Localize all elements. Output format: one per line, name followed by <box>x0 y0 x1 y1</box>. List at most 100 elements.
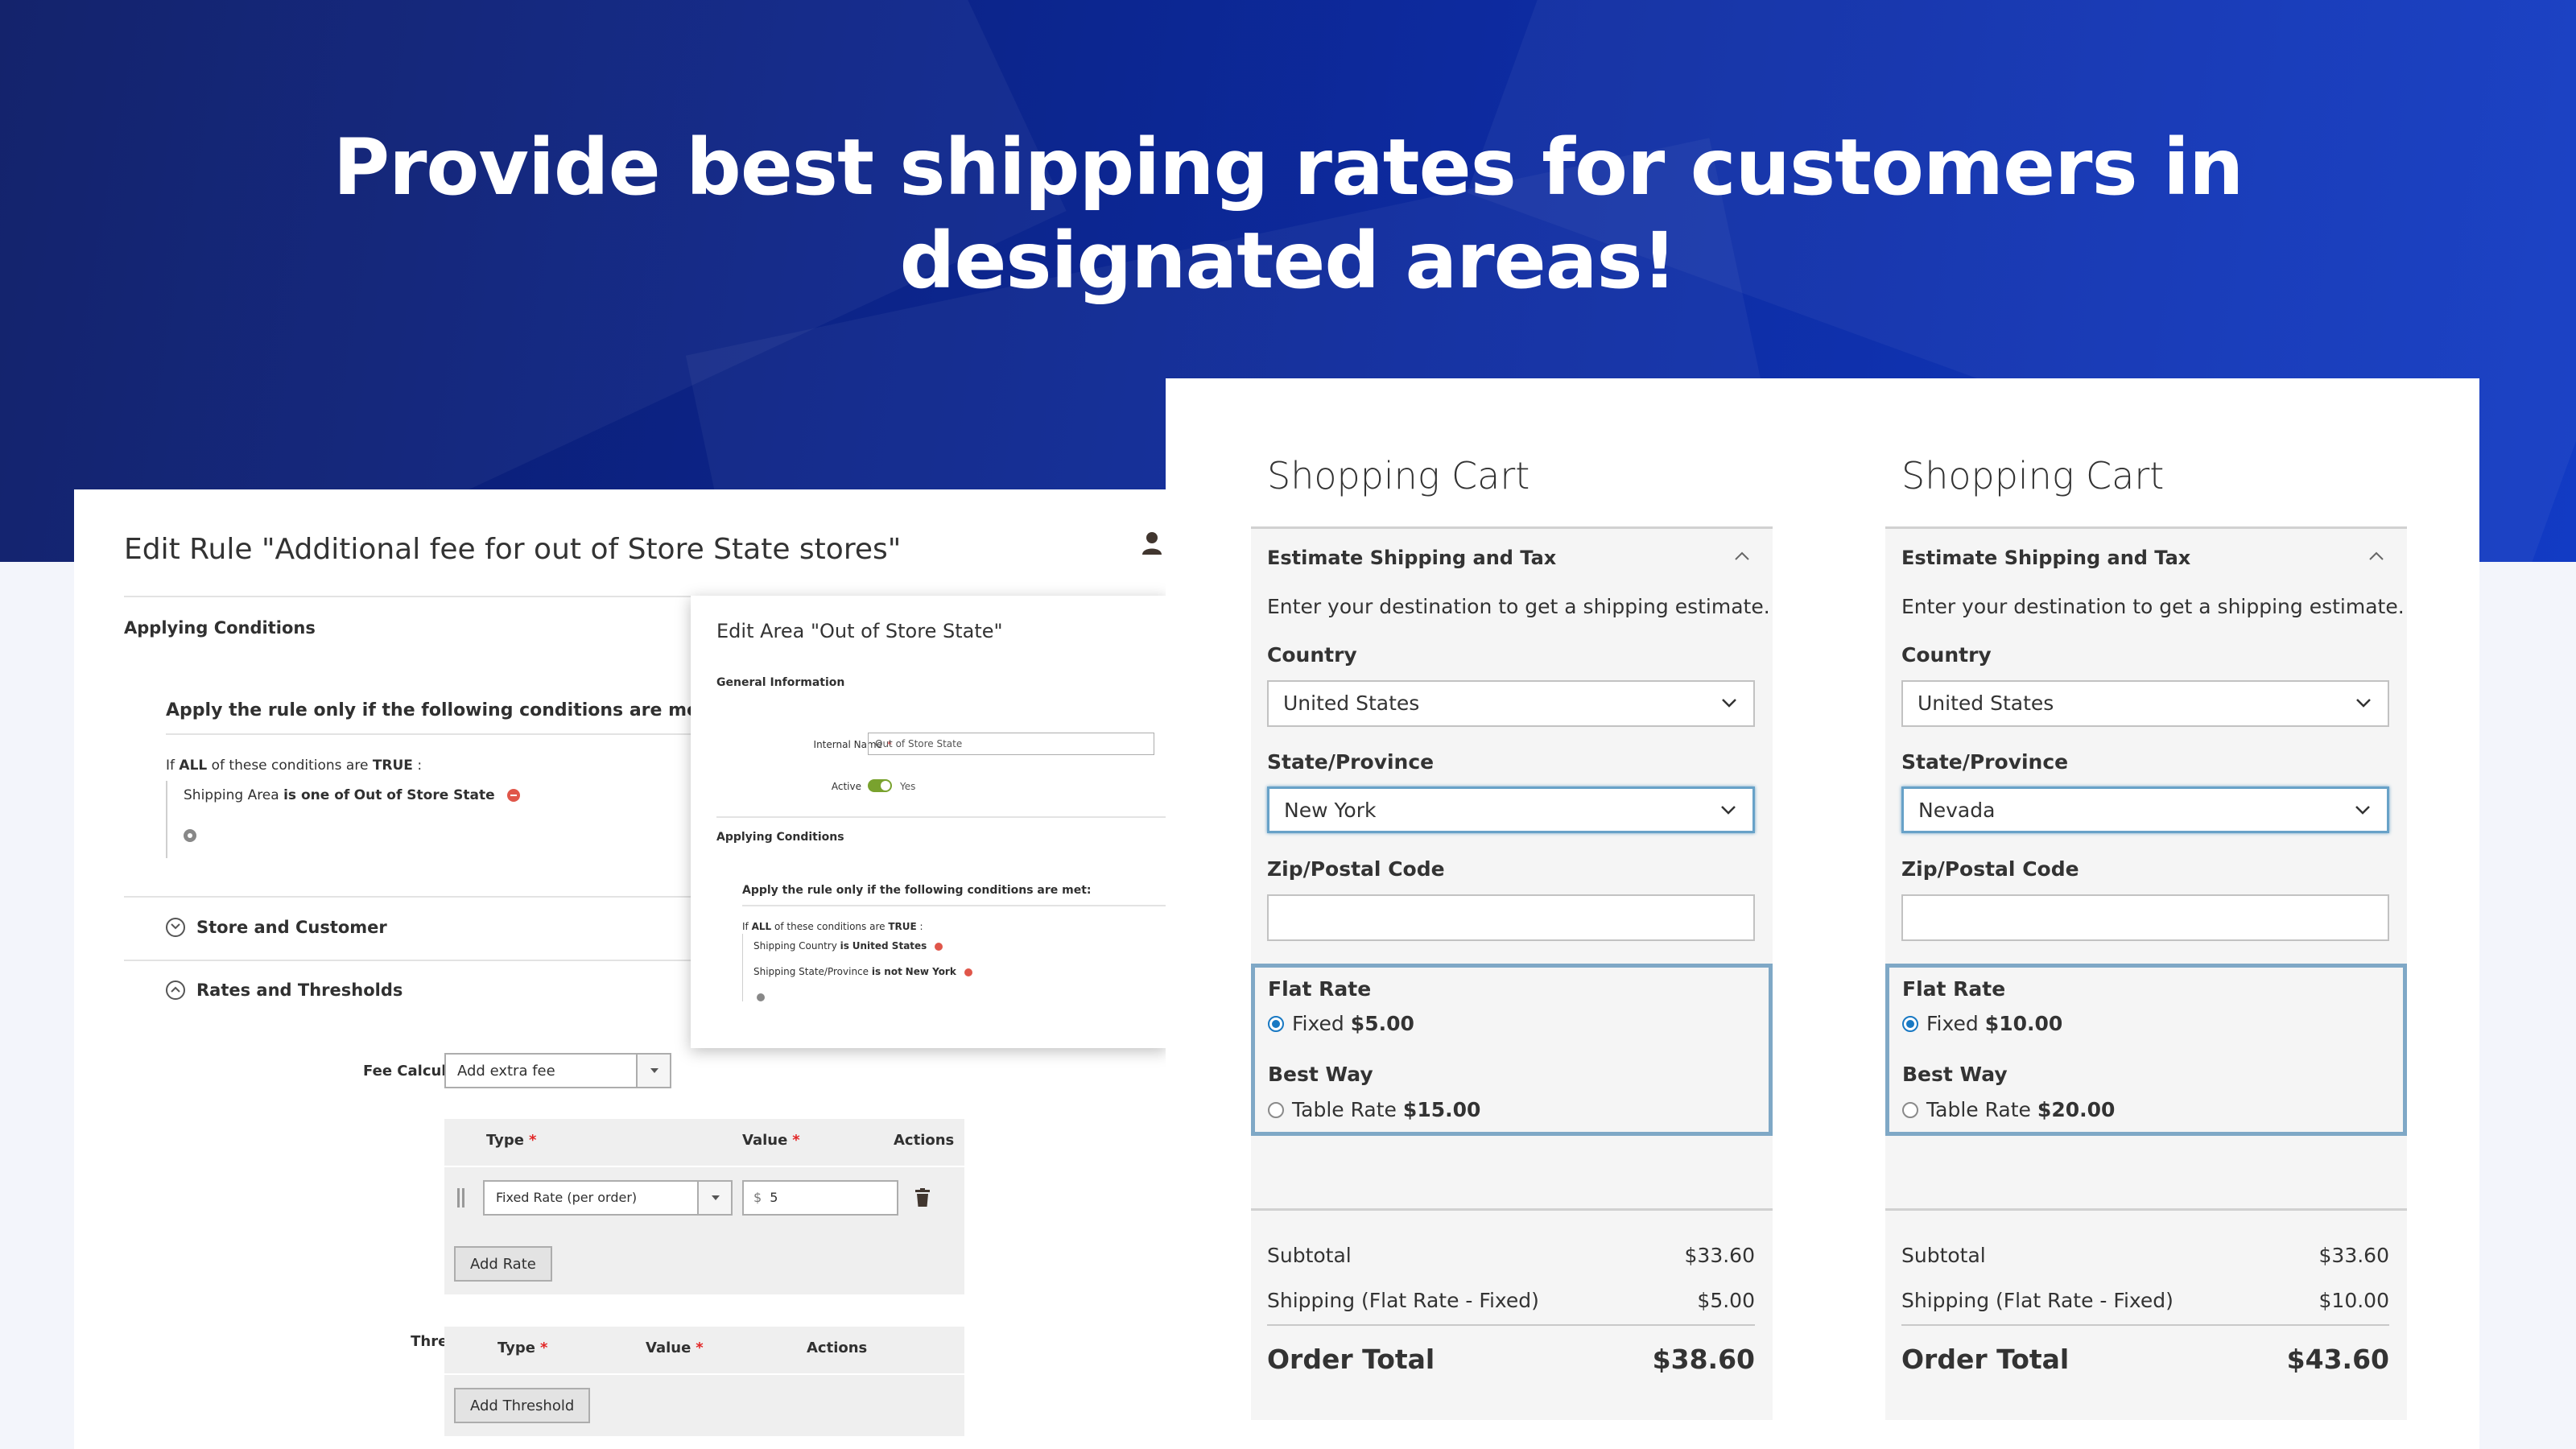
state-select[interactable]: New York <box>1267 786 1755 833</box>
order-total-label: Order Total <box>1267 1344 1435 1375</box>
option-label: Table Rate <box>1926 1098 2031 1121</box>
section-applying-conditions: Applying Conditions <box>124 618 316 638</box>
country-label: Country <box>1267 643 1357 667</box>
condition-value[interactable]: New York <box>906 966 956 977</box>
option-label: Fixed <box>1292 1012 1344 1035</box>
country-select[interactable]: United States <box>1267 680 1755 727</box>
chevron-up-icon[interactable] <box>2368 551 2384 561</box>
shipping-methods-box: Flat Rate Fixed $5.00 Best Way Table Rat… <box>1251 964 1773 1136</box>
colon: : <box>919 921 923 932</box>
estimate-title[interactable]: Estimate Shipping and Tax <box>1267 547 1556 569</box>
section-label: Store and Customer <box>196 918 387 937</box>
internal-name-input[interactable]: Out of Store State <box>868 733 1154 755</box>
col-actions: Actions <box>807 1340 868 1356</box>
country-select[interactable]: United States <box>1901 680 2389 727</box>
aggregator-all[interactable]: ALL <box>752 921 772 932</box>
flat-rate-option[interactable]: Fixed $5.00 <box>1268 1012 1414 1035</box>
popup-title: Edit Area "Out of Store State" <box>716 620 1003 642</box>
subtotal-row: Subtotal $33.60 <box>1901 1244 2389 1267</box>
divider <box>444 1373 964 1375</box>
best-way-option[interactable]: Table Rate $15.00 <box>1268 1098 1480 1121</box>
selected-value: United States <box>1283 691 1420 715</box>
radio-selected[interactable] <box>1902 1015 1918 1032</box>
add-condition-icon[interactable] <box>184 829 196 842</box>
add-condition-icon[interactable] <box>757 993 765 1001</box>
add-threshold-button[interactable]: Add Threshold <box>454 1388 591 1423</box>
value-true[interactable]: TRUE <box>373 758 413 774</box>
input-value: 5 <box>770 1190 778 1205</box>
condition-value[interactable]: Out of Store State <box>354 787 495 803</box>
state-label: State/Province <box>1267 750 1435 774</box>
zip-input[interactable] <box>1267 894 1755 941</box>
active-value: Yes <box>900 781 916 792</box>
divider <box>742 905 1167 906</box>
shipping-label: Shipping (Flat Rate - Fixed) <box>1267 1289 1539 1312</box>
rate-value-input[interactable]: $5 <box>742 1180 898 1216</box>
order-total-value: $43.60 <box>2286 1344 2389 1375</box>
drag-handle-icon[interactable] <box>457 1188 465 1208</box>
chevron-down-icon <box>1722 699 1736 708</box>
condition-operator[interactable]: is <box>840 940 849 952</box>
order-total-row: Order Total $38.60 <box>1267 1344 1755 1375</box>
user-icon[interactable] <box>1141 531 1162 555</box>
estimate-description: Enter your destination to get a shipping… <box>1267 595 1770 618</box>
required-mark: * <box>539 1340 548 1356</box>
condition-summary: If ALL of these conditions are TRUE : <box>166 758 422 774</box>
condition-attribute: Shipping Country <box>753 940 837 952</box>
caret-down-icon <box>636 1055 670 1087</box>
hero-title-line2: designated areas! <box>899 216 1678 306</box>
flat-rate-title: Flat Rate <box>1268 977 1372 1001</box>
best-way-title: Best Way <box>1268 1063 1373 1086</box>
flat-rate-title: Flat Rate <box>1902 977 2006 1001</box>
cart-title: Shopping Cart <box>1901 454 2165 497</box>
conditions-mid-text: of these conditions are <box>211 758 369 774</box>
zip-input[interactable] <box>1901 894 2389 941</box>
state-select[interactable]: Nevada <box>1901 786 2389 833</box>
trash-icon[interactable] <box>914 1188 931 1208</box>
remove-condition-icon[interactable] <box>964 968 972 976</box>
chevron-up-icon[interactable] <box>1734 551 1750 561</box>
fee-calculation-select[interactable]: Add extra fee <box>444 1053 671 1088</box>
col-label: Type <box>486 1132 524 1149</box>
section-store-customer[interactable]: Store and Customer <box>166 918 387 937</box>
option-price: $5.00 <box>1350 1012 1414 1035</box>
state-label: State/Province <box>1901 750 2069 774</box>
condition-row: Shipping Country is United States <box>753 940 943 952</box>
col-type: Type * <box>497 1340 547 1356</box>
col-type: Type * <box>486 1132 536 1149</box>
active-label: Active <box>831 781 861 792</box>
section-label: Rates and Thresholds <box>196 980 403 1000</box>
chevron-down-icon <box>2355 806 2370 815</box>
shopping-cart-panel: Shopping Cart Estimate Shipping and Tax … <box>1166 378 2479 1449</box>
condition-summary: If ALL of these conditions are TRUE : <box>742 921 923 932</box>
aggregator-all[interactable]: ALL <box>179 758 207 774</box>
conditions-mid-text: of these conditions are <box>774 921 886 932</box>
selected-value: Fixed Rate (per order) <box>496 1190 638 1205</box>
remove-condition-icon[interactable] <box>935 942 943 951</box>
col-value: Value * <box>646 1340 704 1356</box>
rate-type-select[interactable]: Fixed Rate (per order) <box>483 1180 733 1216</box>
estimate-title[interactable]: Estimate Shipping and Tax <box>1901 547 2190 569</box>
radio-unselected[interactable] <box>1902 1101 1918 1118</box>
radio-selected[interactable] <box>1268 1015 1284 1032</box>
remove-condition-icon[interactable] <box>507 789 521 802</box>
condition-operator[interactable]: is not <box>872 966 902 977</box>
add-rate-button[interactable]: Add Rate <box>454 1246 552 1282</box>
divider <box>1885 1208 2407 1211</box>
condition-operator[interactable]: is one of <box>283 787 349 803</box>
active-toggle[interactable] <box>868 779 892 792</box>
divider <box>124 960 768 961</box>
condition-value[interactable]: United States <box>852 940 927 952</box>
required-mark: * <box>696 1340 704 1356</box>
order-total-row: Order Total $43.60 <box>1901 1344 2389 1375</box>
option-price: $15.00 <box>1402 1098 1481 1121</box>
radio-unselected[interactable] <box>1268 1101 1284 1118</box>
section-applying-conditions: Applying Conditions <box>716 831 844 844</box>
divider <box>1267 1324 1755 1326</box>
section-rates-thresholds[interactable]: Rates and Thresholds <box>166 980 402 1000</box>
flat-rate-option[interactable]: Fixed $10.00 <box>1902 1012 2062 1035</box>
best-way-option[interactable]: Table Rate $20.00 <box>1902 1098 2115 1121</box>
estimate-shipping-block: Estimate Shipping and Tax Enter your des… <box>1885 526 2407 1420</box>
value-true[interactable]: TRUE <box>888 921 916 932</box>
apply-rule-text: Apply the rule only if the following con… <box>742 884 1092 897</box>
